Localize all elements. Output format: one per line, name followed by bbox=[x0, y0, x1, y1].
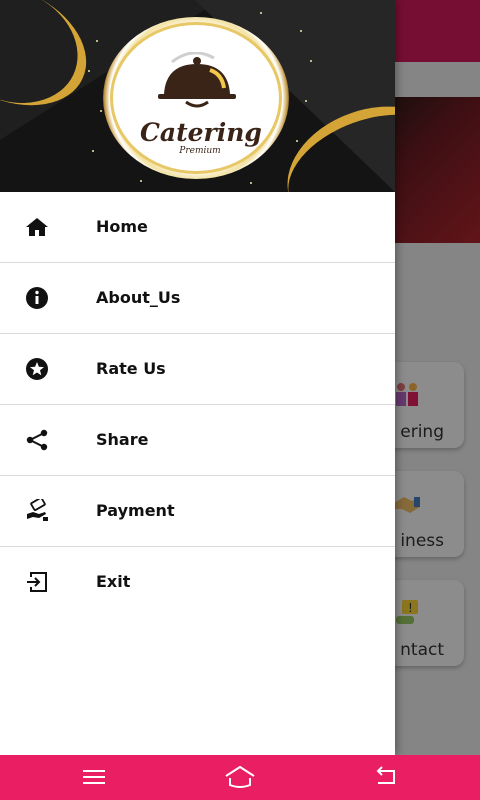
drawer-menu: Home About_Us Rate Us Share Payment Exit bbox=[0, 192, 395, 617]
star-icon bbox=[26, 358, 48, 380]
drawer-item-exit[interactable]: Exit bbox=[0, 547, 395, 617]
exit-icon bbox=[27, 572, 47, 592]
drawer-header: Catering Premium bbox=[0, 0, 395, 192]
drawer-item-label: Payment bbox=[96, 501, 175, 520]
drawer-item-label: Home bbox=[96, 217, 148, 236]
drawer-item-label: Rate Us bbox=[96, 359, 166, 378]
info-icon bbox=[26, 287, 48, 309]
logo-title: Catering bbox=[140, 118, 262, 147]
drawer-item-home[interactable]: Home bbox=[0, 192, 395, 263]
menu-icon[interactable] bbox=[78, 763, 110, 791]
share-icon bbox=[26, 429, 48, 451]
payment-icon bbox=[27, 499, 48, 521]
drawer-item-rate-us[interactable]: Rate Us bbox=[0, 334, 395, 405]
drawer-item-label: About_Us bbox=[96, 288, 181, 307]
back-icon[interactable] bbox=[370, 763, 402, 791]
drawer-item-label: Exit bbox=[96, 572, 131, 591]
home-icon[interactable] bbox=[224, 763, 256, 791]
navigation-drawer: Catering Premium Home About_Us Rate Us S… bbox=[0, 0, 395, 755]
home-icon bbox=[26, 218, 48, 236]
logo-subtitle: Premium bbox=[179, 146, 221, 156]
drawer-item-payment[interactable]: Payment bbox=[0, 476, 395, 547]
system-nav-bar bbox=[0, 755, 480, 800]
drawer-item-label: Share bbox=[96, 430, 149, 449]
cloche-icon bbox=[158, 52, 236, 108]
drawer-item-share[interactable]: Share bbox=[0, 405, 395, 476]
drawer-item-about-us[interactable]: About_Us bbox=[0, 263, 395, 334]
